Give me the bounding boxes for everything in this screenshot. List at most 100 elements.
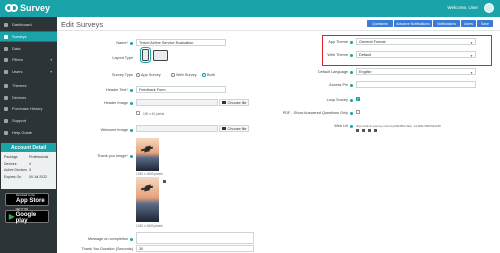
folder-icon — [222, 101, 226, 104]
sidebar-item-devices[interactable]: Devices — [0, 93, 57, 102]
header-text-label: Header Text* — [67, 88, 133, 92]
top-bar: Survey Welcome, User — [0, 0, 500, 17]
radio-app-survey[interactable]: App Survey — [136, 73, 161, 77]
radio-both[interactable]: Both — [202, 73, 215, 77]
thank-you-image-label: Thank you Image* — [67, 154, 133, 158]
chevron-down-icon: ▼ — [470, 53, 473, 58]
layout-type-label: Layout Type — [112, 56, 133, 60]
save-button[interactable]: Save — [477, 20, 493, 27]
sidebar-item-label: Surveys — [12, 34, 27, 39]
loop-survey-label: Loop Survey — [297, 98, 353, 102]
welcome-image-size: 1240 x 1600 pixels — [136, 172, 163, 176]
sidebar-item-label: Purchase History — [12, 106, 43, 111]
help-icon — [4, 130, 8, 135]
welcome-image-label: Welcome Image — [67, 128, 133, 132]
welcome-image-path — [136, 125, 218, 132]
cart-icon — [4, 106, 8, 111]
sidebar-item-data[interactable]: Data — [0, 44, 57, 53]
sidebar-item-users[interactable]: Users ▼ — [0, 67, 57, 76]
main-content: Edit Surveys Questions Advance Notificat… — [57, 17, 500, 253]
radio-web-survey[interactable]: Web Survey — [171, 73, 197, 77]
sidebar-item-label: Support — [12, 118, 27, 123]
welcome-text: Welcome, User — [447, 5, 478, 10]
thank-you-duration-input[interactable]: 30 — [136, 245, 254, 252]
folder-icon — [222, 127, 226, 130]
header-image-label: Header Image — [67, 101, 133, 105]
app-theme-select[interactable]: General Format ▼ — [356, 38, 476, 45]
dashboard-icon — [4, 22, 8, 27]
sidebar-item-purchase-history[interactable]: Purchase History — [0, 104, 57, 113]
name-input[interactable]: Travel Airline Service Evaluation — [136, 39, 226, 46]
sidebar-item-label: Filters — [12, 57, 23, 62]
header-image-size: 100 x 40 pixels — [143, 112, 165, 116]
chevron-down-icon: ▼ — [49, 57, 53, 62]
app-logo[interactable]: Survey — [5, 2, 50, 14]
copy-icon[interactable] — [356, 129, 359, 132]
notifications-button[interactable]: Notifications — [433, 20, 460, 27]
header-image-choose-file[interactable]: Choose file — [219, 99, 249, 106]
web-theme-label: Web Theme — [315, 53, 353, 57]
account-row: Expires On 09 Jul 2022 — [4, 174, 48, 179]
account-detail-panel: Account Detail Package Professional Devic… — [1, 143, 56, 189]
welcome-image-preview — [136, 138, 159, 171]
header-text-input[interactable]: Feedback Form — [136, 86, 226, 93]
web-url-label: Web Url — [297, 124, 353, 128]
app-theme-label: App Theme — [315, 40, 353, 44]
devices-icon — [4, 95, 8, 100]
app-store-badge[interactable]: Download on the App Store — [5, 193, 49, 206]
thank-you-image-size: 1240 x 1600 pixels — [136, 224, 163, 228]
access-pin-input[interactable] — [356, 81, 476, 88]
sidebar-item-filters[interactable]: Filters ▼ — [0, 55, 57, 64]
sidebar-item-support[interactable]: Support — [0, 116, 57, 125]
avatar[interactable] — [484, 3, 494, 13]
data-icon — [4, 46, 8, 51]
thank-you-duration-label: Thank You Duration (Seconds) — [81, 247, 133, 251]
message-on-completion-textarea[interactable] — [136, 232, 254, 244]
sidebar-item-label: Data — [12, 46, 21, 51]
loop-survey-checkbox[interactable]: ✓ — [356, 97, 360, 101]
chevron-down-icon: ▼ — [470, 40, 473, 45]
edit-icon[interactable] — [163, 180, 166, 183]
tablet-layout-icon[interactable] — [153, 50, 168, 61]
share-icon[interactable] — [374, 129, 377, 132]
help-icon — [130, 41, 133, 45]
default-language-select[interactable]: English ▼ — [356, 68, 476, 75]
sidebar-item-label: Users — [12, 69, 23, 74]
users-button[interactable]: Users — [461, 20, 476, 27]
users-icon — [4, 69, 8, 74]
account-detail-title: Account Detail — [1, 143, 56, 152]
sidebar-item-surveys[interactable]: Surveys — [0, 31, 58, 42]
surveys-icon — [4, 34, 8, 39]
survey-type-label: Survey Type — [111, 73, 133, 77]
access-pin-label: Access Pin — [297, 83, 353, 87]
open-link-icon[interactable] — [362, 129, 365, 132]
sidebar-item-label: Devices — [12, 95, 27, 100]
questions-button[interactable]: Questions — [367, 20, 393, 27]
thank-you-image-preview — [136, 177, 159, 222]
sidebar-item-dashboard[interactable]: Dashboard — [0, 20, 57, 29]
header-image-path — [136, 99, 218, 106]
phone-layout-icon[interactable] — [140, 47, 151, 63]
pdf-answered-only-checkbox[interactable] — [356, 110, 360, 114]
sidebar-item-themes[interactable]: Themes — [0, 81, 57, 90]
themes-icon — [4, 83, 8, 88]
page-title: Edit Surveys — [61, 20, 104, 29]
filter-icon — [4, 57, 8, 62]
google-play-badge[interactable]: ▶ GET IT ON Google play — [5, 209, 49, 224]
sidebar-item-help-guide[interactable]: Help Guide — [0, 128, 57, 137]
advance-notifications-button[interactable]: Advance Notifications — [394, 20, 432, 27]
welcome-image-choose-file[interactable]: Choose file — [219, 125, 249, 132]
sidebar-item-label: Themes — [12, 83, 27, 88]
web-url-value[interactable]: https://admin.qsurvey.in/survey/6/E3862-… — [356, 124, 496, 128]
qr-code-icon[interactable] — [368, 129, 371, 132]
web-theme-select[interactable]: Default ▼ — [356, 51, 476, 58]
sidebar-item-label: Help Guide — [12, 130, 33, 135]
header-image-placeholder-icon — [136, 111, 140, 115]
name-label: Name* — [67, 41, 133, 45]
pdf-answered-only-label: PDF - Show Answered Questions Only — [253, 111, 353, 115]
app-name: Survey — [20, 3, 51, 13]
chevron-down-icon: ▼ — [470, 70, 473, 75]
default-language-label: Default Language — [297, 70, 353, 74]
message-on-completion-label: Message on completion — [67, 237, 133, 241]
support-icon — [4, 118, 8, 123]
